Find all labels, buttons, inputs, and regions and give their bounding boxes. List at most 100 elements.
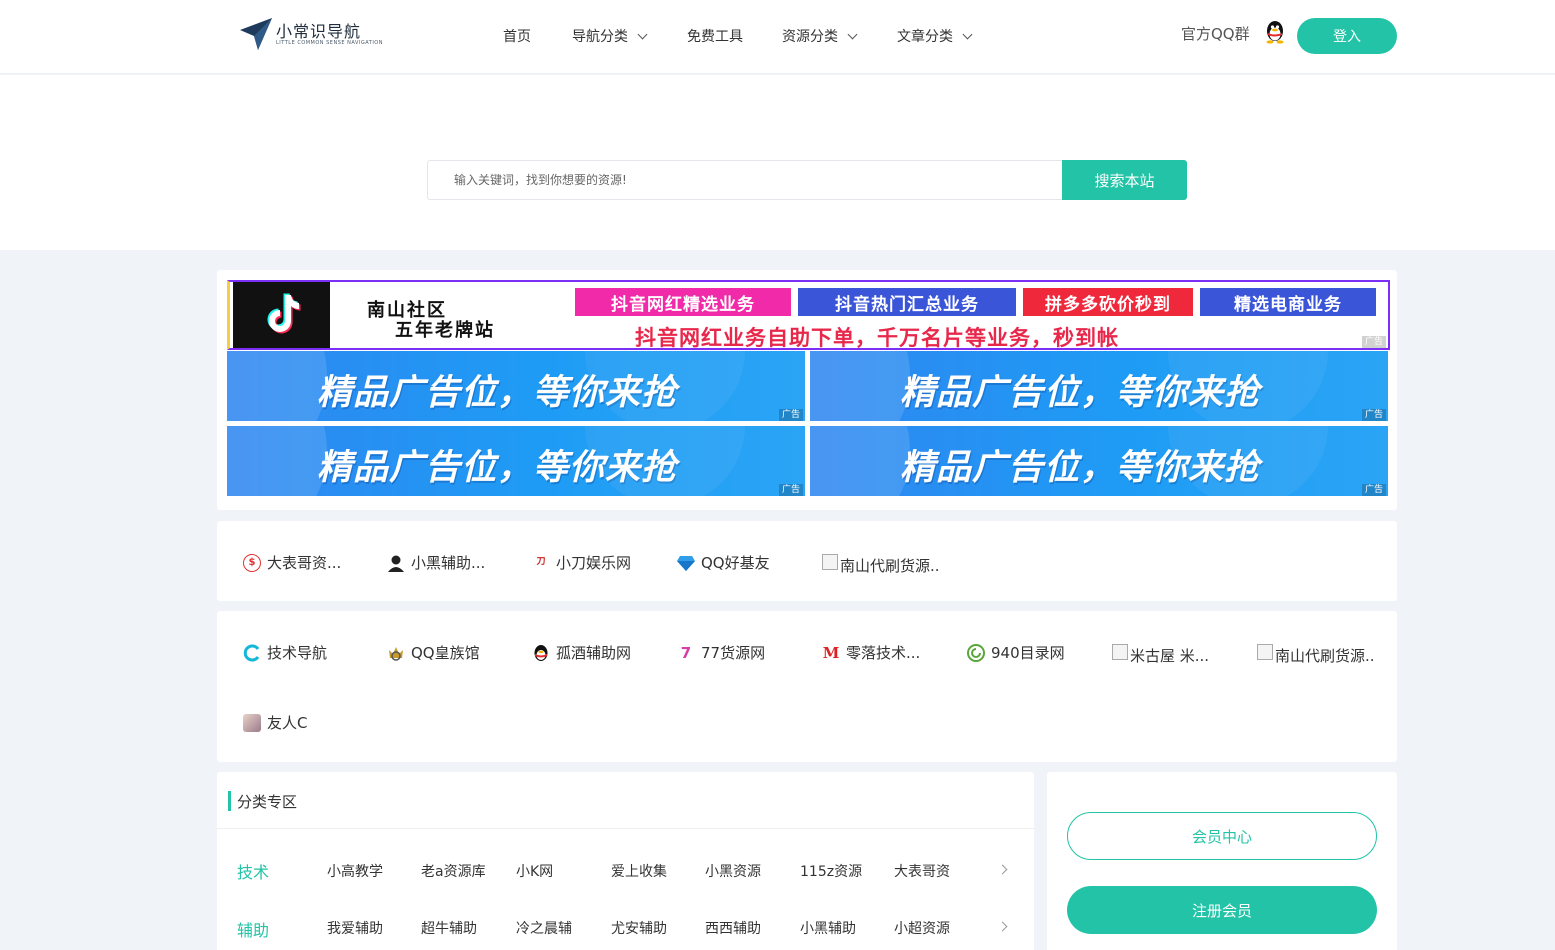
link-label: 孤酒辅助网 [556, 644, 632, 662]
category-item[interactable]: 冷之晨辅 [516, 918, 572, 938]
category-item[interactable]: 尤安辅助 [611, 918, 667, 938]
link-item[interactable]: QQ皇族馆 [387, 642, 480, 663]
link-item[interactable]: 孤酒辅助网 [532, 642, 631, 663]
link-label: 南山代刷货源.. [1275, 647, 1375, 665]
link-item[interactable]: 刀 小刀娱乐网 [532, 552, 631, 573]
top-ad-banner[interactable]: 南山社区 五年老牌站 抖音网红精选业务 抖音热门汇总业务 拼多多砍价秒到 精选电… [227, 280, 1390, 350]
category-header: 分类专区 [217, 772, 1034, 829]
ad-banner-text: 精品广告位，等你来抢 [900, 373, 1261, 413]
link-item[interactable]: 技术导航 [243, 642, 327, 663]
ad-label: 广告 [778, 409, 803, 421]
link-item[interactable]: M 零落技术... [822, 642, 920, 663]
friend-links: 技术导航 QQ皇族馆 孤酒辅助网 7 77货源网 M 零落技术... 940目录… [217, 611, 1397, 762]
category-label[interactable]: 技术 [237, 859, 269, 883]
category-item[interactable]: 小K网 [516, 861, 553, 881]
chevron-right-icon[interactable] [997, 921, 1008, 932]
broken-image-icon [1112, 643, 1128, 660]
search-hero: 搜索本站 [0, 75, 1555, 250]
ad-section: 南山社区 五年老牌站 抖音网红精选业务 抖音热门汇总业务 拼多多砍价秒到 精选电… [217, 270, 1397, 510]
link-item[interactable]: 南山代刷货源.. [1257, 637, 1375, 666]
ad-tag: 精选电商业务 [1200, 288, 1376, 316]
category-item[interactable]: 爱上收集 [611, 861, 667, 881]
chevron-down-icon [637, 29, 648, 39]
ad-slogan: 抖音网红业务自助下单，千万名片等业务，秒到帐 [635, 326, 1119, 350]
link-item[interactable]: 7 77货源网 [677, 642, 765, 663]
member-center-button[interactable]: 会员中心 [1067, 812, 1377, 860]
register-button[interactable]: 注册会员 [1067, 886, 1377, 934]
link-item[interactable]: QQ好基友 [677, 552, 770, 573]
crown-icon [389, 646, 403, 661]
hacker-icon [387, 553, 405, 572]
category-item[interactable]: 西西辅助 [705, 918, 761, 938]
ad-banner[interactable]: 精品广告位，等你来抢 广告 [227, 351, 805, 421]
search-button[interactable]: 搜索本站 [1062, 160, 1187, 200]
ad-label: 广告 [1361, 484, 1386, 496]
ad-tag: 拼多多砍价秒到 [1023, 288, 1193, 316]
ad-banner[interactable]: 精品广告位，等你来抢 广告 [227, 426, 805, 496]
seven-icon: 7 [677, 643, 695, 662]
nav-free-tools[interactable]: 免费工具 [687, 26, 743, 46]
login-button[interactable]: 登入 [1297, 18, 1397, 54]
swirl-icon [967, 643, 985, 662]
broken-image-icon [1257, 643, 1273, 660]
category-item[interactable]: 小黑辅助 [800, 918, 856, 938]
chevron-right-icon[interactable] [997, 864, 1008, 875]
diamond-icon [677, 555, 695, 571]
ad-banner-text: 精品广告位，等你来抢 [317, 373, 678, 413]
link-label: 大表哥资... [267, 554, 342, 572]
link-item[interactable]: 小黑辅助... [387, 552, 485, 573]
paper-plane-icon [240, 18, 272, 50]
category-item[interactable]: 我爱辅助 [327, 918, 383, 938]
ad-label: 广告 [1361, 409, 1386, 421]
link-label: 友人C [267, 714, 308, 732]
search-input[interactable] [427, 160, 1063, 200]
featured-links: $ 大表哥资... 小黑辅助... 刀 小刀娱乐网 QQ好基友 南山代刷货源.. [217, 521, 1397, 601]
category-item[interactable]: 小黑资源 [705, 861, 761, 881]
qq-group-link[interactable]: 官方QQ群 [1181, 23, 1250, 44]
nav-home[interactable]: 首页 [503, 26, 531, 46]
link-item[interactable]: 米古屋 米... [1112, 637, 1209, 666]
category-item[interactable]: 小高教学 [327, 861, 383, 881]
nav-label: 导航分类 [572, 29, 628, 45]
ad-tag: 抖音网红精选业务 [575, 288, 791, 316]
member-panel: 会员中心 注册会员 [1047, 772, 1397, 950]
ad-banner[interactable]: 精品广告位，等你来抢 广告 [810, 351, 1388, 421]
category-item[interactable]: 大表哥资 [894, 861, 950, 881]
category-label[interactable]: 辅助 [237, 917, 269, 941]
category-item[interactable]: 115z资源 [800, 861, 862, 881]
nav-resource-category[interactable]: 资源分类 [782, 26, 858, 46]
link-item[interactable]: 南山代刷货源.. [822, 547, 940, 576]
ad-banner-text: 精品广告位，等你来抢 [900, 448, 1261, 488]
logo-title: 小常识导航 [276, 22, 362, 41]
nav-article-category[interactable]: 文章分类 [897, 26, 973, 46]
link-item[interactable]: 940目录网 [967, 642, 1065, 663]
link-label: 77货源网 [701, 644, 766, 662]
link-label: 零落技术... [846, 644, 921, 662]
link-label: QQ皇族馆 [411, 644, 480, 662]
xiaodao-icon: 刀 [532, 553, 550, 572]
nav-navigation-category[interactable]: 导航分类 [572, 26, 648, 46]
nav-label: 资源分类 [782, 29, 838, 45]
link-label: QQ好基友 [701, 554, 770, 572]
site-logo[interactable]: 小常识导航 LITTLE COMMON SENSE NAVIGATION [238, 16, 382, 56]
category-item[interactable]: 老a资源库 [421, 861, 486, 881]
link-label: 小刀娱乐网 [556, 554, 632, 572]
ad-banner-text: 精品广告位，等你来抢 [317, 448, 678, 488]
link-item[interactable]: 友人C [243, 712, 307, 733]
ad-label: 广告 [1361, 336, 1386, 348]
link-item[interactable]: $ 大表哥资... [243, 552, 341, 573]
ad-label: 广告 [778, 484, 803, 496]
c-logo-icon [243, 644, 260, 661]
nav-label: 首页 [503, 29, 531, 45]
ad-banner[interactable]: 精品广告位，等你来抢 广告 [810, 426, 1388, 496]
nav-label: 文章分类 [897, 29, 953, 45]
chevron-down-icon [962, 29, 973, 39]
accent-bar [228, 791, 231, 811]
category-item[interactable]: 超牛辅助 [421, 918, 477, 938]
qq-penguin-icon[interactable] [1265, 19, 1285, 44]
tiktok-logo [233, 282, 330, 348]
category-item[interactable]: 小超资源 [894, 918, 950, 938]
qq-penguin-icon [534, 644, 548, 661]
category-panel: 分类专区 技术 小高教学 老a资源库 小K网 爱上收集 小黑资源 115z资源 … [217, 772, 1034, 950]
ad-title-2: 五年老牌站 [395, 320, 495, 341]
